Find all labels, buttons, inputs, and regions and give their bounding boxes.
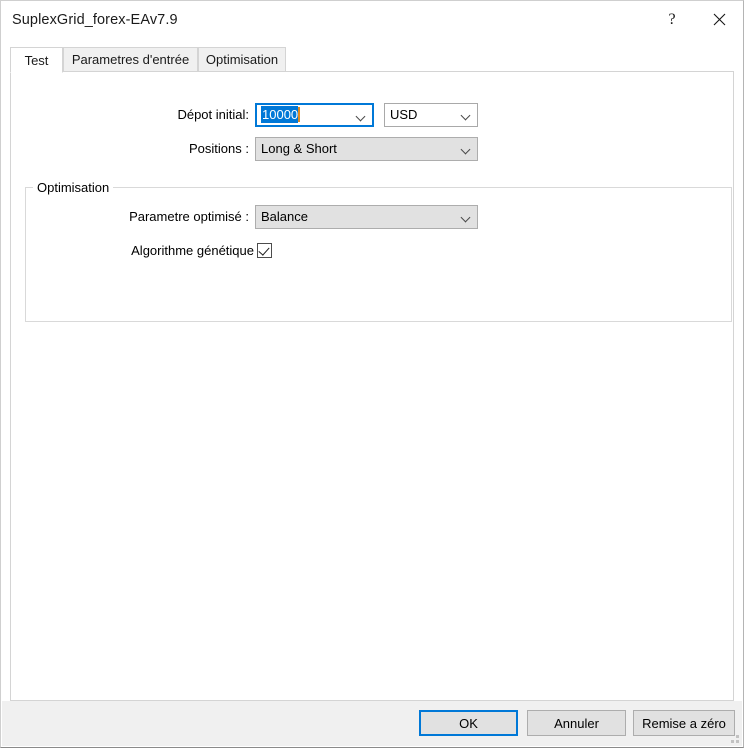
tab-label: Parametres d'entrée [72, 52, 189, 67]
currency-select[interactable]: USD [384, 103, 478, 127]
positions-row: Positions : Long & Short [11, 137, 481, 161]
parametre-optimise-value: Balance [261, 206, 453, 228]
title-bar: SuplexGrid_forex-EAv7.9 ? [1, 1, 743, 39]
parametre-optimise-row: Parametre optimisé : Balance [26, 205, 486, 229]
chevron-down-icon [462, 213, 471, 222]
algorithme-genetique-label: Algorithme génétique [66, 240, 254, 262]
cancel-button-label: Annuler [554, 716, 599, 731]
dialog-footer: OK Annuler Remise a zéro [2, 701, 742, 746]
close-button[interactable] [696, 1, 742, 38]
dialog-window: SuplexGrid_forex-EAv7.9 ? Test Parametre… [0, 0, 744, 748]
deposit-selected-text: 10000 [261, 106, 298, 123]
tab-content-panel: Dépot initial: 10000 USD Positions : Lon… [10, 71, 734, 701]
window-title: SuplexGrid_forex-EAv7.9 [12, 12, 178, 28]
chevron-down-icon [462, 145, 471, 154]
tab-label: Optimisation [206, 52, 278, 67]
deposit-input[interactable]: 10000 [255, 103, 374, 127]
reset-button[interactable]: Remise a zéro [633, 710, 735, 736]
deposit-value: 10000 [261, 104, 348, 126]
algorithme-genetique-checkbox[interactable] [257, 243, 272, 258]
positions-value: Long & Short [261, 138, 453, 160]
tab-parametres-dentree[interactable]: Parametres d'entrée [63, 47, 198, 72]
reset-button-label: Remise a zéro [642, 716, 726, 731]
resize-grip[interactable] [727, 731, 739, 743]
close-icon [713, 13, 726, 26]
chevron-down-icon [357, 112, 366, 121]
optimisation-groupbox: Parametre optimisé : Balance Algorithme … [25, 187, 732, 322]
check-icon [258, 244, 269, 255]
deposit-label: Dépot initial: [71, 103, 249, 127]
parametre-optimise-label: Parametre optimisé : [66, 205, 249, 229]
question-mark-icon: ? [668, 12, 675, 28]
currency-dropdown-arrow[interactable] [455, 104, 477, 126]
ok-button-label: OK [459, 716, 478, 731]
tab-optimisation[interactable]: Optimisation [198, 47, 286, 72]
positions-label: Positions : [71, 137, 249, 161]
positions-select[interactable]: Long & Short [255, 137, 478, 161]
parametre-optimise-select[interactable]: Balance [255, 205, 478, 229]
ok-button[interactable]: OK [419, 710, 518, 736]
parametre-optimise-dropdown-arrow[interactable] [455, 206, 477, 228]
tab-label: Test [25, 53, 49, 68]
algorithme-genetique-row: Algorithme génétique [26, 240, 486, 262]
tab-strip: Test Parametres d'entrée Optimisation [10, 47, 734, 72]
deposit-dropdown-arrow[interactable] [350, 105, 372, 127]
optimisation-groupbox-legend: Optimisation [33, 180, 113, 195]
text-caret [298, 107, 300, 122]
cancel-button[interactable]: Annuler [527, 710, 626, 736]
chevron-down-icon [462, 111, 471, 120]
currency-value: USD [390, 104, 453, 126]
tab-test[interactable]: Test [10, 47, 63, 73]
deposit-row: Dépot initial: 10000 USD [11, 103, 481, 127]
positions-dropdown-arrow[interactable] [455, 138, 477, 160]
help-button[interactable]: ? [649, 1, 695, 38]
